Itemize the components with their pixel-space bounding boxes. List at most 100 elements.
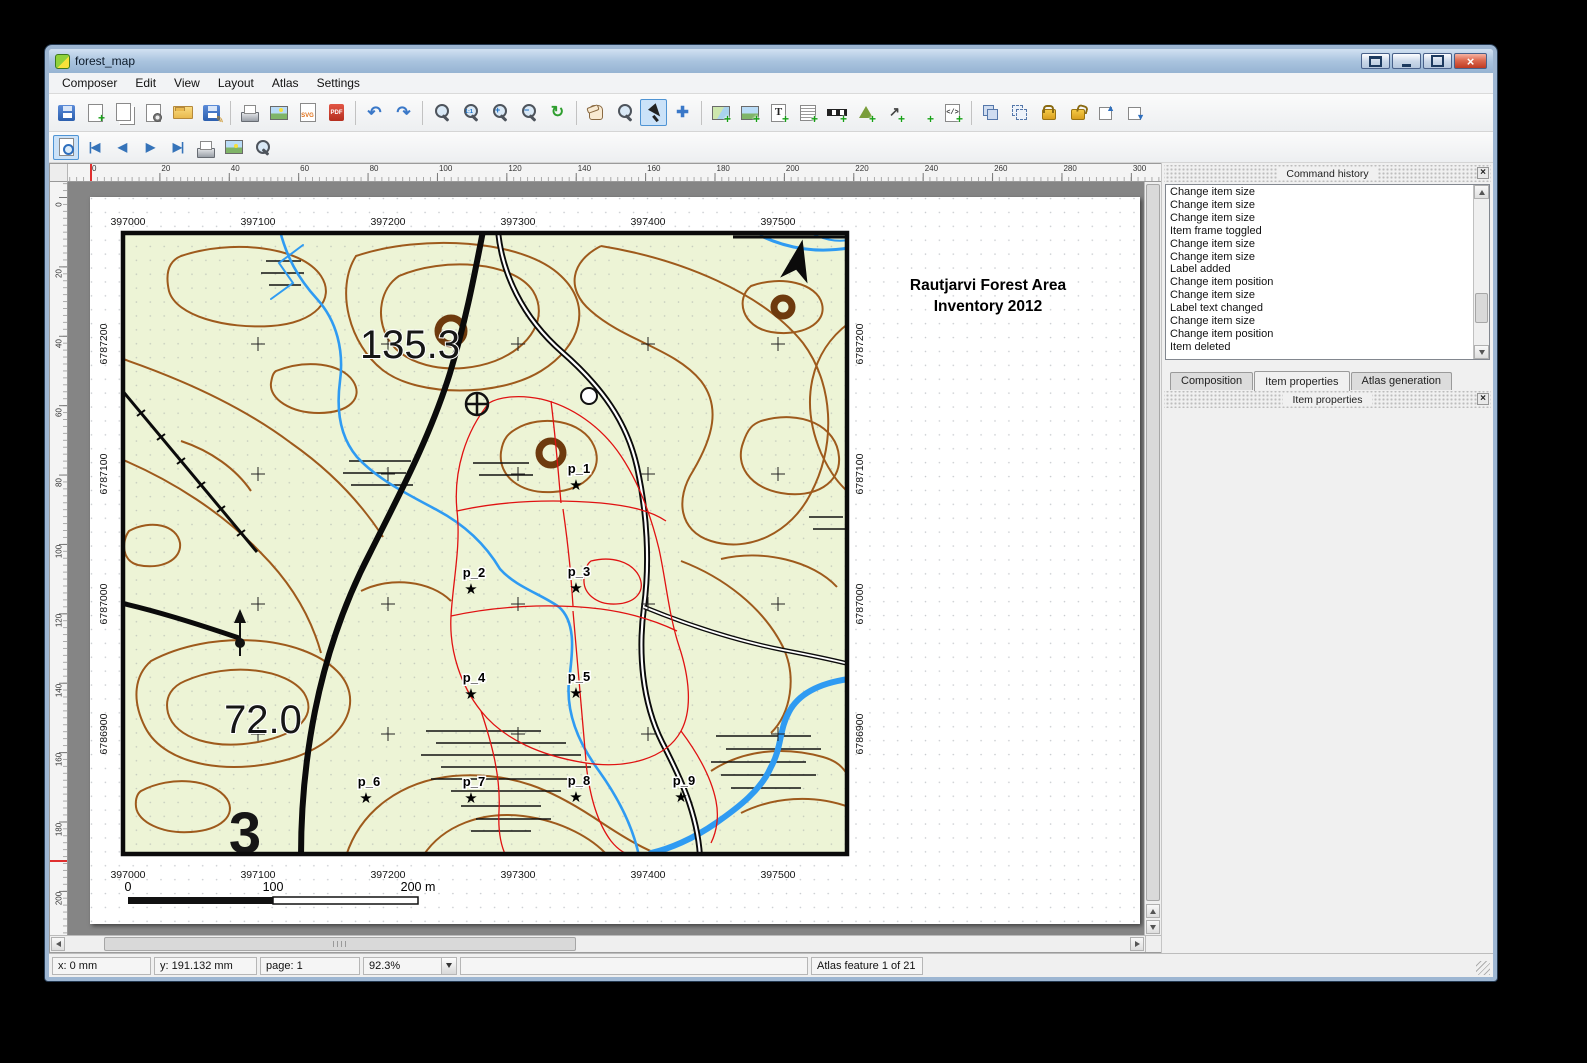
command-history-item[interactable]: Change item size <box>1166 186 1473 199</box>
vertical-scrollbar[interactable] <box>1144 182 1161 935</box>
scrollbar-thumb[interactable] <box>104 937 576 951</box>
add-shape-icon[interactable] <box>852 99 879 126</box>
menu-item[interactable]: Edit <box>126 74 165 92</box>
scroll-up-icon[interactable] <box>1474 185 1489 199</box>
command-history-item[interactable]: Change item size <box>1166 315 1473 328</box>
command-history-item[interactable]: Change item size <box>1166 238 1473 251</box>
save-template-icon[interactable]: ✎ <box>198 99 225 126</box>
ruler-label: 220 <box>853 164 922 181</box>
add-arrow-icon[interactable]: ↗ <box>881 99 908 126</box>
add-legend-icon[interactable] <box>794 99 821 126</box>
scrollbar-thumb[interactable] <box>1146 184 1160 901</box>
svg-text:397500: 397500 <box>760 216 795 228</box>
unlock-items-icon[interactable] <box>1064 99 1091 126</box>
lower-items-icon[interactable]: ▼ <box>1122 99 1149 126</box>
add-html-icon[interactable]: </> <box>939 99 966 126</box>
zoom-in-icon[interactable]: + <box>486 99 513 126</box>
menu-item[interactable]: Composer <box>53 74 126 92</box>
map-item[interactable]: ★p_1 ★p_2 ★p_3 ★p_4 ★p_5 ★p_6 ★p_7 ★p_8 <box>121 231 849 866</box>
item-properties-header[interactable]: Item properties <box>1164 391 1491 408</box>
add-table-icon[interactable] <box>910 99 937 126</box>
select-move-item-icon[interactable] <box>640 99 667 126</box>
command-history-item[interactable]: Change item size <box>1166 199 1473 212</box>
undo-icon[interactable]: ↶ <box>361 99 388 126</box>
pan-icon[interactable] <box>582 99 609 126</box>
zoom-actual-icon[interactable]: 1:1 <box>457 99 484 126</box>
maximize-button[interactable] <box>1423 53 1452 69</box>
command-history-item[interactable]: Change item position <box>1166 328 1473 341</box>
command-history-item[interactable]: Item deleted <box>1166 341 1473 354</box>
scroll-left-icon[interactable] <box>51 937 65 951</box>
add-label-icon[interactable]: T <box>765 99 792 126</box>
zoom-out-icon[interactable]: − <box>515 99 542 126</box>
group-items-icon[interactable] <box>977 99 1004 126</box>
horizontal-scrollbar[interactable] <box>50 935 1145 952</box>
command-history-item[interactable]: Change item size <box>1166 251 1473 264</box>
load-template-icon[interactable] <box>169 99 196 126</box>
composer-viewport[interactable]: ★p_1 ★p_2 ★p_3 ★p_4 ★p_5 ★p_6 ★p_7 ★p_8 <box>68 182 1144 935</box>
command-history-item[interactable]: Label text changed <box>1166 302 1473 315</box>
print-icon[interactable] <box>236 99 263 126</box>
resize-grip[interactable] <box>1476 961 1490 975</box>
close-icon[interactable] <box>1477 393 1489 405</box>
command-history-item[interactable]: Change item position <box>1166 276 1473 289</box>
window-extra-button[interactable] <box>1361 53 1390 69</box>
close-icon[interactable] <box>1477 167 1489 179</box>
chevron-down-icon[interactable] <box>441 958 456 974</box>
scroll-right-icon[interactable] <box>1130 937 1144 951</box>
export-image-icon[interactable] <box>265 99 292 126</box>
lock-items-icon[interactable] <box>1035 99 1062 126</box>
composition-page[interactable]: ★p_1 ★p_2 ★p_3 ★p_4 ★p_5 ★p_6 ★p_7 ★p_8 <box>90 197 1140 924</box>
move-item-content-icon[interactable]: ✚ <box>669 99 696 126</box>
atlas-toolbar: |◀◀▶▶| <box>49 132 1493 163</box>
scroll-down-icon[interactable] <box>1474 345 1489 359</box>
command-history-item[interactable]: Label added <box>1166 263 1473 276</box>
status-atlas: Atlas feature 1 of 21 <box>811 957 923 975</box>
menu-item[interactable]: Layout <box>209 74 263 92</box>
composer-manager-icon[interactable] <box>140 99 167 126</box>
command-history-header[interactable]: Command history <box>1164 165 1491 182</box>
zoom-tool-icon[interactable] <box>611 99 638 126</box>
first-feature-icon[interactable]: |◀ <box>81 135 107 160</box>
ungroup-items-icon[interactable] <box>1006 99 1033 126</box>
preview-atlas-icon[interactable] <box>53 135 79 160</box>
last-feature-icon[interactable]: ▶| <box>165 135 191 160</box>
tab-atlas-generation[interactable]: Atlas generation <box>1351 372 1453 390</box>
scrollbar-thumb[interactable] <box>1475 293 1488 323</box>
tab-composition[interactable]: Composition <box>1170 372 1253 390</box>
refresh-view-icon[interactable]: ↻ <box>544 99 571 126</box>
previous-feature-icon[interactable]: ◀ <box>109 135 135 160</box>
zoom-combobox[interactable]: 92.3% <box>363 957 457 975</box>
export-pdf-icon[interactable]: PDF <box>323 99 350 126</box>
export-atlas-icon[interactable] <box>221 135 247 160</box>
scroll-down-icon[interactable] <box>1146 920 1160 934</box>
command-history-item[interactable]: Change item size <box>1166 289 1473 302</box>
export-svg-icon[interactable]: SVG <box>294 99 321 126</box>
atlas-settings-icon[interactable] <box>249 135 275 160</box>
zoom-full-icon[interactable] <box>428 99 455 126</box>
redo-icon[interactable]: ↷ <box>390 99 417 126</box>
menu-item[interactable]: Atlas <box>263 74 308 92</box>
minimize-button[interactable] <box>1392 53 1421 69</box>
print-atlas-icon[interactable] <box>193 135 219 160</box>
title-bar[interactable]: forest_map <box>49 49 1493 73</box>
add-map-icon[interactable] <box>707 99 734 126</box>
next-feature-icon[interactable]: ▶ <box>137 135 163 160</box>
ruler-label: 40 <box>229 164 298 181</box>
duplicate-composer-icon[interactable] <box>111 99 138 126</box>
add-image-icon[interactable] <box>736 99 763 126</box>
add-scalebar-icon[interactable] <box>823 99 850 126</box>
close-button[interactable] <box>1454 53 1487 69</box>
new-composer-icon[interactable] <box>82 99 109 126</box>
svg-text:6787100: 6787100 <box>854 453 866 494</box>
command-history-scrollbar[interactable] <box>1473 185 1489 359</box>
tab-item-properties[interactable]: Item properties <box>1254 371 1349 391</box>
save-project-icon[interactable] <box>53 99 80 126</box>
menu-item[interactable]: View <box>165 74 209 92</box>
command-history-item[interactable]: Change item size <box>1166 212 1473 225</box>
raise-items-icon[interactable]: ▲ <box>1093 99 1120 126</box>
menu-item[interactable]: Settings <box>308 74 369 92</box>
command-history-list[interactable]: Change item sizeChange item sizeChange i… <box>1166 185 1473 359</box>
scroll-up-icon[interactable] <box>1146 904 1160 918</box>
command-history-item[interactable]: Item frame toggled <box>1166 225 1473 238</box>
